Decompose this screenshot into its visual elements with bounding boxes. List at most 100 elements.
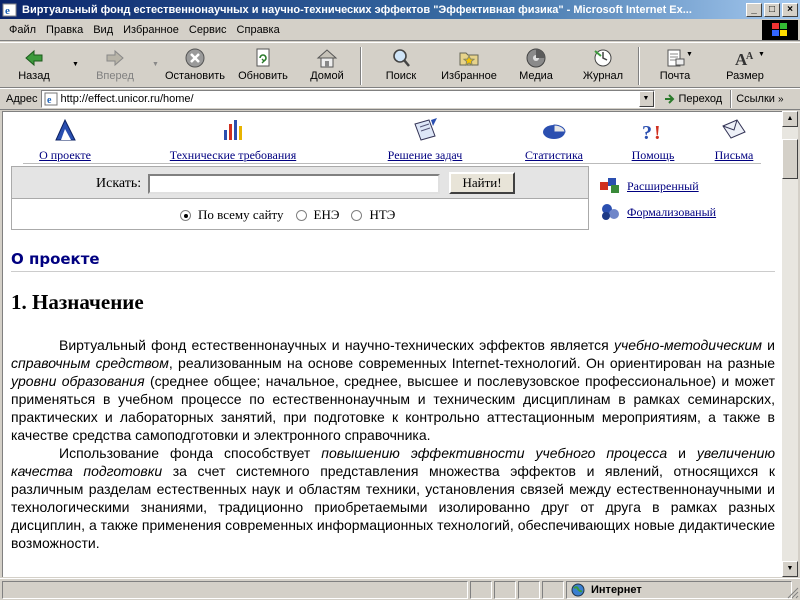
maximize-button[interactable]: □ xyxy=(764,2,780,17)
nav-problems[interactable]: Решение задач xyxy=(373,116,477,163)
notebook-icon xyxy=(414,118,437,141)
menu-file[interactable]: Файл xyxy=(4,24,41,36)
forward-dropdown-icon[interactable]: ▼ xyxy=(152,61,159,68)
radio-unchecked-icon[interactable] xyxy=(351,209,363,221)
refresh-button[interactable]: Обновить xyxy=(234,45,292,87)
search-icon xyxy=(393,49,410,67)
address-input[interactable]: e http://effect.unicor.ru/home/ ▼ xyxy=(40,90,655,108)
advanced-search-label: Расширенный xyxy=(627,178,699,193)
paragraph-text: и xyxy=(667,445,697,461)
links-chevron-icon[interactable]: » xyxy=(778,94,784,105)
paragraph-text: и xyxy=(761,337,775,353)
article-body: Виртуальный фонд естественнонаучных и на… xyxy=(11,336,775,552)
nav-statistics[interactable]: Статистика xyxy=(513,116,595,163)
search-toolbar-button[interactable]: Поиск xyxy=(374,45,428,87)
emphasis-text: учебно-методическим xyxy=(613,337,762,353)
vertical-scrollbar[interactable]: ▲ ▼ xyxy=(782,111,798,577)
formal-search-label: Формализованый xyxy=(627,204,717,219)
history-clock-icon xyxy=(594,49,612,67)
cubes-icon xyxy=(600,178,619,193)
nav-problems-label: Решение задач xyxy=(387,148,463,162)
resize-grip-icon[interactable] xyxy=(787,587,799,599)
advanced-search-link[interactable]: Расширенный xyxy=(599,174,716,198)
back-button[interactable]: Назад xyxy=(6,45,62,87)
scroll-thumb[interactable] xyxy=(782,139,798,179)
nav-requirements[interactable]: Технические требования xyxy=(153,116,313,163)
scope-ene-label: ЕНЭ xyxy=(313,207,340,222)
nav-statistics-label: Статистика xyxy=(525,148,583,162)
paragraph: Использование фонда способствует повышен… xyxy=(11,444,775,552)
scope-nte[interactable]: НТЭ xyxy=(351,207,395,223)
go-label: Переход xyxy=(678,93,723,105)
nav-help[interactable]: ? ! Помощь xyxy=(621,116,685,163)
window-title: Виртуальный фонд естественнонаучных и на… xyxy=(22,3,692,16)
scroll-up-icon[interactable]: ▲ xyxy=(782,111,798,127)
menu-tools[interactable]: Сервис xyxy=(184,24,232,36)
scroll-down-icon[interactable]: ▼ xyxy=(782,561,798,577)
favorites-folder-icon xyxy=(459,52,479,67)
text-size-button[interactable]: A A Размер ▼ xyxy=(718,45,772,87)
security-zone[interactable]: Интернет xyxy=(566,580,792,599)
minimize-button[interactable]: _ xyxy=(746,2,762,17)
status-lock xyxy=(494,580,516,599)
status-blocked xyxy=(518,580,540,599)
radio-checked-icon[interactable] xyxy=(180,209,191,221)
search-toolbar-label: Поиск xyxy=(385,70,417,82)
go-button[interactable]: Переход xyxy=(663,92,723,106)
search-submit-button[interactable]: Найти! xyxy=(449,172,515,194)
svg-text:?: ? xyxy=(642,122,652,144)
media-button[interactable]: Медиа xyxy=(514,45,558,87)
windows-logo-icon xyxy=(762,20,798,40)
search-label: Искать: xyxy=(96,176,142,191)
refresh-label: Обновить xyxy=(238,70,288,82)
history-button[interactable]: Журнал xyxy=(578,45,628,87)
refresh-icon xyxy=(256,48,270,67)
status-progress xyxy=(470,580,492,599)
radio-unchecked-icon[interactable] xyxy=(295,209,307,221)
back-dropdown-icon[interactable]: ▼ xyxy=(72,61,79,68)
formal-search-link[interactable]: Формализованый xyxy=(599,200,716,224)
paragraph-text: , реализованным на основе современных In… xyxy=(168,355,776,371)
help-question-icon: ? ! xyxy=(642,122,661,144)
media-icon xyxy=(526,48,546,68)
nav-letters[interactable]: Письма xyxy=(707,116,761,163)
scope-all-site[interactable]: По всему сайту xyxy=(180,207,284,223)
forward-arrow-icon xyxy=(106,49,124,67)
stop-label: Остановить xyxy=(164,70,226,82)
search-panel: Искать: Найти! По всему сайту ЕНЭ НТЭ xyxy=(11,166,589,230)
paragraph-text: Использование фонда способствует xyxy=(59,445,322,461)
envelope-icon xyxy=(722,119,746,139)
nav-about[interactable]: О проекте xyxy=(23,116,107,163)
menu-view[interactable]: Вид xyxy=(88,24,118,36)
site-nav: О проекте Технические требования Решение… xyxy=(23,116,761,164)
links-button[interactable]: Ссылки xyxy=(736,93,775,105)
search-row: Искать: Найти! xyxy=(12,167,588,199)
toolbar-separator xyxy=(360,47,362,85)
status-extra xyxy=(542,580,564,599)
close-button[interactable]: × xyxy=(782,2,798,17)
exclamation-icon xyxy=(224,120,242,140)
menu-help[interactable]: Справка xyxy=(232,24,285,36)
favorites-label: Избранное xyxy=(441,70,497,82)
page-viewport: О проекте Технические требования Решение… xyxy=(2,111,782,577)
address-dropdown-icon[interactable]: ▼ xyxy=(638,91,654,107)
scope-all-site-label: По всему сайту xyxy=(198,207,284,222)
page-icon: e xyxy=(44,92,57,106)
menu-favorites[interactable]: Избранное xyxy=(118,24,184,36)
mail-button[interactable]: Почта ▼ xyxy=(648,45,702,87)
favorites-button[interactable]: Избранное xyxy=(436,45,502,87)
text-size-dropdown-icon[interactable]: ▼ xyxy=(758,51,765,58)
menu-bar: Файл Правка Вид Избранное Сервис Справка xyxy=(0,19,800,41)
mail-dropdown-icon[interactable]: ▼ xyxy=(686,51,693,58)
menu-edit[interactable]: Правка xyxy=(41,24,88,36)
paragraph-text: Виртуальный фонд естественнонаучных и на… xyxy=(59,337,614,353)
home-button[interactable]: Домой xyxy=(302,45,352,87)
back-arrow-icon xyxy=(25,49,43,67)
go-arrow-icon xyxy=(664,94,674,104)
stop-button[interactable]: Остановить xyxy=(162,45,228,87)
search-input[interactable] xyxy=(148,174,440,194)
emphasis-text: справочным средством xyxy=(11,355,169,371)
scope-ene[interactable]: ЕНЭ xyxy=(295,207,340,223)
status-bar: Интернет xyxy=(0,578,800,600)
forward-button[interactable]: Вперед xyxy=(84,45,146,87)
